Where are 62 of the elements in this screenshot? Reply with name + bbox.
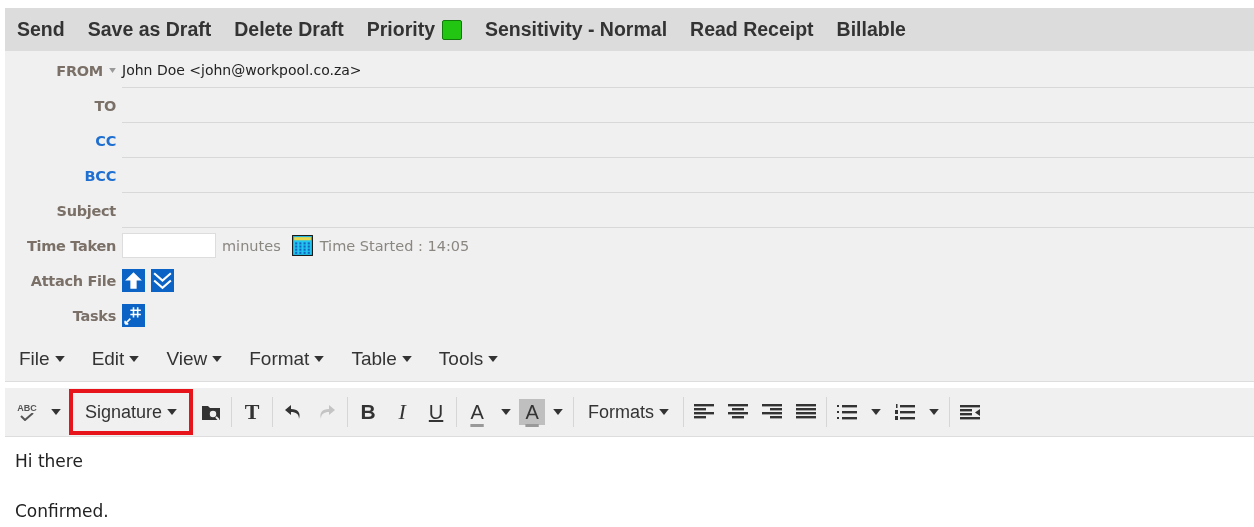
action-button[interactable]: Delete Draft [228, 18, 357, 41]
action-button[interactable]: Billable [830, 18, 919, 41]
calculator-icon[interactable] [290, 234, 314, 257]
signature-menu-button[interactable]: Signature [69, 389, 194, 435]
action-button[interactable]: Read Receipt [684, 18, 827, 41]
checkmark-icon [20, 413, 34, 421]
text-color-button[interactable]: A [461, 393, 494, 431]
unit-label: minutes [222, 237, 281, 254]
field-label: TO [94, 97, 117, 114]
field-label: CC [95, 132, 117, 149]
indent-icon [960, 404, 981, 420]
menu-item[interactable]: Tools [432, 348, 520, 370]
spellcheck-button[interactable]: ABC [11, 393, 43, 431]
caret-icon [501, 409, 512, 415]
caret-icon [401, 356, 412, 362]
caret-icon [167, 409, 178, 415]
caret-icon [212, 356, 223, 362]
background-color-button[interactable]: A [519, 399, 546, 425]
align-justify-icon [796, 404, 817, 420]
clear-format-button[interactable]: T [236, 393, 269, 431]
body-text: Hi there [15, 451, 84, 471]
field-label: Tasks [72, 307, 117, 324]
field-label: Time Taken [26, 237, 117, 254]
menu-item[interactable]: Edit [85, 348, 161, 370]
input-field[interactable] [122, 233, 216, 258]
double-chevron-down-icon[interactable] [151, 269, 174, 292]
hash-icon[interactable] [122, 304, 145, 327]
caret-icon [314, 356, 325, 362]
align-right-icon [762, 404, 783, 420]
field-label: FROM [56, 62, 104, 79]
caret-icon [553, 409, 564, 415]
bullet-list-icon [837, 404, 858, 420]
align-center-icon [728, 404, 749, 420]
bold-button[interactable]: B [352, 393, 385, 431]
caret-icon [54, 356, 65, 362]
italic-button[interactable]: I [386, 393, 419, 431]
field-label: BCC [84, 167, 117, 184]
upload-icon[interactable] [122, 269, 145, 292]
action-button[interactable]: Save as Draft [81, 18, 225, 41]
caret-icon [129, 356, 140, 362]
action-button[interactable]: Send [11, 18, 78, 41]
caret-icon [929, 409, 940, 415]
caret-icon [488, 356, 499, 362]
menu-item[interactable]: View [160, 348, 244, 370]
menu-item[interactable]: File [13, 348, 86, 370]
align-left-icon [694, 404, 715, 420]
time-started-text: Time Started : 14:05 [319, 237, 470, 254]
formats-menu-button[interactable]: Formats [578, 393, 680, 431]
field-label: Subject [56, 202, 117, 219]
folder-search-icon [201, 403, 222, 421]
caret-icon [659, 409, 670, 415]
action-button[interactable]: Sensitivity - Normal [479, 18, 681, 41]
caret-icon [51, 409, 61, 415]
underline-button[interactable]: U [420, 393, 453, 431]
input-field[interactable]: John Doe <john@workpool.co.za> [122, 53, 1254, 88]
body-text: Confirmed. [15, 501, 110, 521]
action-button[interactable]: Priority [360, 18, 475, 41]
menu-item[interactable]: Table [345, 348, 433, 370]
numbered-list-icon [895, 404, 916, 420]
field-label: Attach File [30, 272, 117, 289]
menu-item[interactable]: Format [243, 348, 346, 370]
caret-icon [871, 409, 882, 415]
